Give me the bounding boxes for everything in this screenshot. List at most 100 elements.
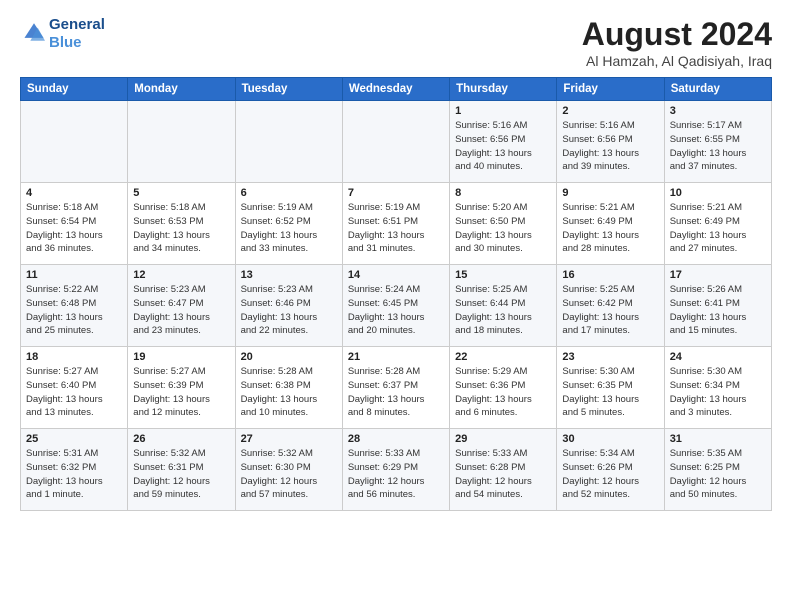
calendar-table: SundayMondayTuesdayWednesdayThursdayFrid…: [20, 77, 772, 511]
day-number: 19: [133, 351, 229, 363]
week-row-5: 25 Sunrise: 5:31 AM Sunset: 6:32 PM Dayli…: [21, 429, 772, 511]
logo: General Blue: [20, 16, 105, 52]
day-number: 6: [241, 187, 337, 199]
calendar-cell: 27Sunrise: 5:32 AM Sunset: 6:30 PM Dayli…: [235, 429, 342, 511]
day-info: Sunrise: 5:30 AM Sunset: 6:35 PM Dayligh…: [562, 365, 658, 420]
day-info: Sunrise: 5:28 AM Sunset: 6:38 PM Dayligh…: [241, 365, 337, 420]
calendar-cell: 19Sunrise: 5:27 AM Sunset: 6:39 PM Dayli…: [128, 347, 235, 429]
logo-text-line2: Blue: [49, 34, 105, 52]
day-info: Sunrise: 5:18 AM Sunset: 6:53 PM Dayligh…: [133, 201, 229, 256]
calendar-cell: 15 Sunrise: 5:25 AM Sunset: 6:44 PM Dayli…: [450, 265, 557, 347]
day-number: 2: [562, 105, 658, 117]
calendar-cell: 4Sunrise: 5:18 AM Sunset: 6:54 PM Daylig…: [21, 183, 128, 265]
calendar-cell: 13 Sunrise: 5:23 AM Sunset: 6:46 PM Dayli…: [235, 265, 342, 347]
day-info: Sunrise: 5:25 AM Sunset: 6:44 PM Dayligh…: [455, 283, 551, 338]
day-info: Sunrise: 5:19 AM Sunset: 6:52 PM Dayligh…: [241, 201, 337, 256]
calendar-cell: 3Sunrise: 5:17 AM Sunset: 6:55 PM Daylig…: [664, 101, 771, 183]
day-info: Sunrise: 5:33 AM Sunset: 6:29 PM Dayligh…: [348, 447, 444, 502]
calendar-cell: 30Sunrise: 5:34 AM Sunset: 6:26 PM Dayli…: [557, 429, 664, 511]
day-info: Sunrise: 5:32 AM Sunset: 6:30 PM Dayligh…: [241, 447, 337, 502]
calendar-cell: 2 Sunrise: 5:16 AM Sunset: 6:56 PM Daylig…: [557, 101, 664, 183]
day-number: 21: [348, 351, 444, 363]
logo-icon: [23, 21, 45, 43]
day-number: 22: [455, 351, 551, 363]
calendar-cell: 11 Sunrise: 5:22 AM Sunset: 6:48 PM Dayli…: [21, 265, 128, 347]
calendar-cell: 25 Sunrise: 5:31 AM Sunset: 6:32 PM Dayli…: [21, 429, 128, 511]
day-number: 24: [670, 351, 766, 363]
day-number: 31: [670, 433, 766, 445]
calendar-cell: [235, 101, 342, 183]
main-title: August 2024: [582, 16, 772, 53]
day-info: Sunrise: 5:22 AM Sunset: 6:48 PM Dayligh…: [26, 283, 122, 338]
day-number: 3: [670, 105, 766, 117]
header-tuesday: Tuesday: [235, 78, 342, 101]
calendar-cell: 14Sunrise: 5:24 AM Sunset: 6:45 PM Dayli…: [342, 265, 449, 347]
header-sunday: Sunday: [21, 78, 128, 101]
calendar-cell: 16 Sunrise: 5:25 AM Sunset: 6:42 PM Dayli…: [557, 265, 664, 347]
day-number: 14: [348, 269, 444, 281]
header-saturday: Saturday: [664, 78, 771, 101]
day-number: 13: [241, 269, 337, 281]
day-info: Sunrise: 5:33 AM Sunset: 6:28 PM Dayligh…: [455, 447, 551, 502]
day-info: Sunrise: 5:26 AM Sunset: 6:41 PM Dayligh…: [670, 283, 766, 338]
week-row-4: 18 Sunrise: 5:27 AM Sunset: 6:40 PM Dayli…: [21, 347, 772, 429]
day-info: Sunrise: 5:23 AM Sunset: 6:46 PM Dayligh…: [241, 283, 337, 338]
logo-text-line1: General: [49, 16, 105, 34]
calendar-cell: 31 Sunrise: 5:35 AM Sunset: 6:25 PM Dayli…: [664, 429, 771, 511]
day-number: 23: [562, 351, 658, 363]
week-row-2: 4Sunrise: 5:18 AM Sunset: 6:54 PM Daylig…: [21, 183, 772, 265]
day-info: Sunrise: 5:25 AM Sunset: 6:42 PM Dayligh…: [562, 283, 658, 338]
day-number: 10: [670, 187, 766, 199]
day-number: 17: [670, 269, 766, 281]
title-block: August 2024 Al Hamzah, Al Qadisiyah, Ira…: [582, 16, 772, 69]
calendar-cell: 24 Sunrise: 5:30 AM Sunset: 6:34 PM Dayli…: [664, 347, 771, 429]
calendar-cell: 26 Sunrise: 5:32 AM Sunset: 6:31 PM Dayli…: [128, 429, 235, 511]
day-number: 30: [562, 433, 658, 445]
day-info: Sunrise: 5:30 AM Sunset: 6:34 PM Dayligh…: [670, 365, 766, 420]
day-info: Sunrise: 5:28 AM Sunset: 6:37 PM Dayligh…: [348, 365, 444, 420]
day-info: Sunrise: 5:27 AM Sunset: 6:40 PM Dayligh…: [26, 365, 122, 420]
calendar-cell: 21 Sunrise: 5:28 AM Sunset: 6:37 PM Dayli…: [342, 347, 449, 429]
day-number: 16: [562, 269, 658, 281]
day-info: Sunrise: 5:31 AM Sunset: 6:32 PM Dayligh…: [26, 447, 122, 502]
calendar-cell: 7 Sunrise: 5:19 AM Sunset: 6:51 PM Daylig…: [342, 183, 449, 265]
calendar-header-row: SundayMondayTuesdayWednesdayThursdayFrid…: [21, 78, 772, 101]
calendar-cell: 5 Sunrise: 5:18 AM Sunset: 6:53 PM Daylig…: [128, 183, 235, 265]
day-number: 25: [26, 433, 122, 445]
header-wednesday: Wednesday: [342, 78, 449, 101]
day-number: 29: [455, 433, 551, 445]
calendar-cell: 28 Sunrise: 5:33 AM Sunset: 6:29 PM Dayli…: [342, 429, 449, 511]
calendar-cell: 9Sunrise: 5:21 AM Sunset: 6:49 PM Daylig…: [557, 183, 664, 265]
day-number: 18: [26, 351, 122, 363]
calendar-cell: 6 Sunrise: 5:19 AM Sunset: 6:52 PM Daylig…: [235, 183, 342, 265]
day-number: 20: [241, 351, 337, 363]
day-number: 12: [133, 269, 229, 281]
calendar-cell: 22Sunrise: 5:29 AM Sunset: 6:36 PM Dayli…: [450, 347, 557, 429]
day-number: 1: [455, 105, 551, 117]
day-number: 8: [455, 187, 551, 199]
day-number: 5: [133, 187, 229, 199]
day-number: 11: [26, 269, 122, 281]
calendar-cell: 10Sunrise: 5:21 AM Sunset: 6:49 PM Dayli…: [664, 183, 771, 265]
calendar-cell: 23 Sunrise: 5:30 AM Sunset: 6:35 PM Dayli…: [557, 347, 664, 429]
day-info: Sunrise: 5:20 AM Sunset: 6:50 PM Dayligh…: [455, 201, 551, 256]
day-number: 15: [455, 269, 551, 281]
day-info: Sunrise: 5:16 AM Sunset: 6:56 PM Dayligh…: [455, 119, 551, 174]
day-info: Sunrise: 5:32 AM Sunset: 6:31 PM Dayligh…: [133, 447, 229, 502]
header: General Blue August 2024 Al Hamzah, Al Q…: [20, 16, 772, 69]
week-row-3: 11 Sunrise: 5:22 AM Sunset: 6:48 PM Dayli…: [21, 265, 772, 347]
calendar-cell: 12 Sunrise: 5:23 AM Sunset: 6:47 PM Dayli…: [128, 265, 235, 347]
day-info: Sunrise: 5:23 AM Sunset: 6:47 PM Dayligh…: [133, 283, 229, 338]
calendar-cell: [21, 101, 128, 183]
day-info: Sunrise: 5:35 AM Sunset: 6:25 PM Dayligh…: [670, 447, 766, 502]
day-number: 26: [133, 433, 229, 445]
day-number: 28: [348, 433, 444, 445]
day-info: Sunrise: 5:19 AM Sunset: 6:51 PM Dayligh…: [348, 201, 444, 256]
day-info: Sunrise: 5:18 AM Sunset: 6:54 PM Dayligh…: [26, 201, 122, 256]
calendar-cell: 17 Sunrise: 5:26 AM Sunset: 6:41 PM Dayli…: [664, 265, 771, 347]
day-number: 9: [562, 187, 658, 199]
calendar-cell: 18 Sunrise: 5:27 AM Sunset: 6:40 PM Dayli…: [21, 347, 128, 429]
calendar-cell: 29 Sunrise: 5:33 AM Sunset: 6:28 PM Dayli…: [450, 429, 557, 511]
day-info: Sunrise: 5:16 AM Sunset: 6:56 PM Dayligh…: [562, 119, 658, 174]
day-number: 7: [348, 187, 444, 199]
